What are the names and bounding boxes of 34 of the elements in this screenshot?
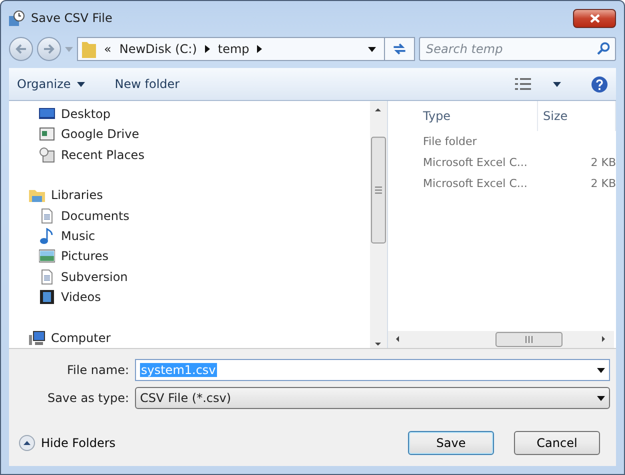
column-header[interactable]: Size xyxy=(538,101,616,131)
save-button[interactable]: Save xyxy=(408,431,494,455)
table-cell-text: 2 KB xyxy=(590,177,616,190)
nav-item[interactable]: Google Drive xyxy=(9,124,370,145)
search-field[interactable]: Search temp xyxy=(419,37,616,61)
new-folder-button[interactable]: New folder xyxy=(114,77,180,91)
file-row[interactable]: Microsoft Excel C... 2 KB xyxy=(388,152,616,173)
file-type-dropdown[interactable]: CSV File (*.csv) xyxy=(135,387,610,409)
nav-item[interactable]: Music xyxy=(9,226,370,246)
nav-item[interactable]: Pictures xyxy=(9,246,370,267)
breadcrumb[interactable]: « xyxy=(104,42,112,56)
file-row[interactable]: File folder xyxy=(388,131,616,152)
field-label: Save as type: xyxy=(46,391,129,405)
hide-folders-button[interactable]: Hide Folders xyxy=(19,435,116,451)
window-title: Save CSV File xyxy=(31,11,114,25)
nav-item[interactable]: Documents xyxy=(9,206,370,226)
field-label: File name: xyxy=(66,363,129,377)
address-bar[interactable]: « NewDisk (C:) temp xyxy=(77,37,415,61)
column-header[interactable]: Type xyxy=(418,101,538,131)
nav-item[interactable]: Desktop xyxy=(9,104,370,124)
breadcrumb[interactable]: temp xyxy=(218,42,250,56)
nav-item[interactable]: Videos xyxy=(9,286,370,308)
cancel-button[interactable]: Cancel xyxy=(514,431,600,455)
table-cell-text: Microsoft Excel C... xyxy=(422,177,528,190)
nav-item[interactable]: Computer xyxy=(9,328,370,348)
breadcrumb[interactable]: NewDisk (C:) xyxy=(119,42,197,56)
nav-item[interactable]: Libraries xyxy=(9,185,370,206)
table-cell-text: File folder xyxy=(422,135,478,148)
organize-button[interactable]: Organize xyxy=(17,77,85,91)
nav-item[interactable]: Subversion xyxy=(9,266,370,287)
nav-item[interactable]: Recent Places xyxy=(9,144,370,165)
file-row[interactable]: Microsoft Excel C... 2 KB xyxy=(388,173,616,194)
table-cell-text: 2 KB xyxy=(590,156,616,169)
table-cell-text: Microsoft Excel C... xyxy=(422,156,528,169)
